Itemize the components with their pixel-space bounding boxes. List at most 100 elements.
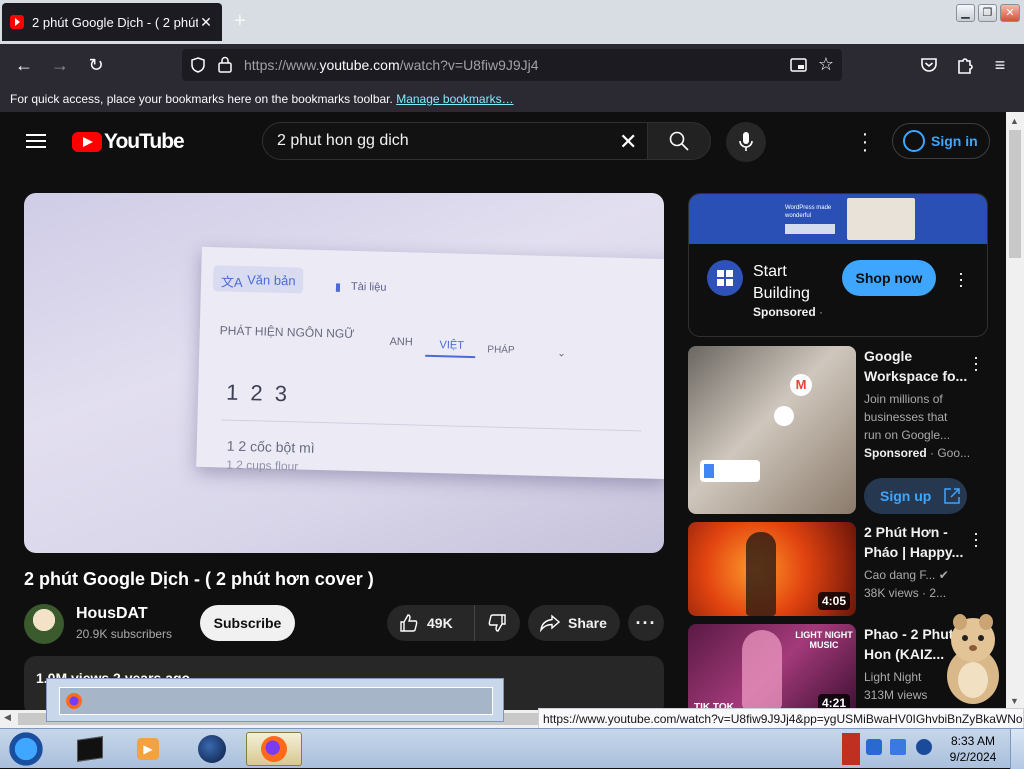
sidebar-item-channel: Cao dang F... ✔ [864,568,949,582]
ad-banner-image[interactable]: WordPress made wonderful [689,194,987,244]
show-desktop-button[interactable] [1010,729,1024,769]
tray-network-icon[interactable] [866,739,882,755]
manage-bookmarks-link[interactable]: Manage bookmarks… [396,92,513,106]
youtube-logo-text[interactable]: YouTube [104,130,185,154]
lock-icon[interactable] [218,56,232,73]
sign-up-label: Sign up [880,488,932,504]
share-button[interactable]: Share [528,605,620,641]
browser-nav-bar: ← → ↻ https://www.youtube.com/watch?v=U8… [0,44,1024,86]
clock-date: 9/2/2024 [949,750,997,764]
tray-volume-icon[interactable] [916,739,932,755]
dislike-button[interactable] [475,605,519,641]
thumb-text-vi: VIỆT [439,339,465,352]
search-box[interactable]: ✕ [262,122,648,160]
tray-flag-icon[interactable] [842,733,860,765]
restore-button[interactable]: ❐ [978,4,997,22]
taskbar-terminal[interactable] [62,732,118,766]
app-grid-icon [707,260,743,296]
tray-display-icon[interactable] [890,739,906,755]
minimize-button[interactable]: ▁ [956,4,975,22]
thumb-text-detect: PHÁT HIỆN NGÔN NGỮ [219,323,355,341]
hamster-desktop-pet[interactable] [940,606,1006,706]
thumbs-down-icon [488,614,506,632]
search-icon [669,131,689,151]
scroll-left-arrow-icon[interactable]: ◀ [4,712,11,723]
ad-more-icon[interactable]: · · · [955,264,967,294]
extensions-icon[interactable] [956,55,974,75]
taskbar-globe[interactable] [184,732,240,766]
taskbar-firefox[interactable] [246,732,302,766]
thumb-text-tab: Văn bản [246,272,296,289]
sign-in-label: Sign in [931,133,978,149]
sidebar-thumbnail-video[interactable]: LIGHT NIGHT MUSIC TIK TOK 4:21 [688,624,856,710]
youtube-page: YouTube ✕ ··· Sign in 文A Văn bản ▮ Tài l… [0,112,1006,710]
channel-avatar[interactable] [24,604,64,644]
firefox-icon [261,736,287,762]
url-bar[interactable]: https://www.youtube.com/watch?v=U8fiw9J9… [182,49,842,81]
hamburger-menu-icon[interactable]: ≡ [988,53,1012,77]
url-text[interactable]: https://www.youtube.com/watch?v=U8fiw9J9… [244,57,539,73]
search-button[interactable] [647,122,711,160]
clear-search-icon[interactable]: ✕ [619,129,637,155]
sidebar-item-channel: Light Night [864,670,922,684]
youtube-logo-icon[interactable] [72,132,102,152]
sidebar-item-more-icon[interactable]: · · · [970,524,982,554]
thumbnail-caption: LIGHT NIGHT MUSIC [795,630,853,650]
more-actions-button[interactable]: ··· [628,605,664,641]
shop-now-button[interactable]: Shop now [842,260,936,296]
sidebar-item-views: 313M views [864,688,928,702]
media-play-icon: ▶ [137,738,159,760]
ad-title: Start Building [753,263,810,302]
scroll-down-arrow-icon[interactable]: ▼ [1010,696,1019,706]
sidebar-thumbnail-workspace[interactable]: M [688,346,856,514]
account-circle-icon [903,130,925,152]
sidebar-item-more-icon[interactable]: · · · [970,348,982,378]
like-button[interactable]: 49K [387,605,475,641]
settings-more-icon[interactable]: · · · [855,124,875,160]
search-input[interactable] [277,131,607,151]
scroll-up-arrow-icon[interactable]: ▲ [1010,116,1019,126]
video-title: 2 phút Google Dịch - ( 2 phút hơn cover … [24,569,374,589]
picture-in-picture-icon[interactable] [790,57,807,73]
sidebar-item-title[interactable]: Google Workspace fo... [864,346,968,386]
browser-tab-active[interactable]: 2 phút Google Dịch - ( 2 phút h ✕ [2,3,222,41]
shield-icon[interactable] [190,57,206,73]
tab-close-icon[interactable]: ✕ [198,14,214,31]
pocket-icon[interactable] [920,56,938,74]
clock-time: 8:33 AM [950,734,996,748]
vertical-scrollbar[interactable]: ▲ ▼ [1006,112,1024,710]
thumb-text-output-en: 1 2 cups flour [226,457,299,474]
sidebar-item-views: 38K views · 2... [864,586,947,600]
firefox-icon [66,693,82,709]
verified-check-icon: ✔ [938,568,949,582]
sidebar-thumbnail-video[interactable]: 4:05 [688,522,856,616]
sidebar-item-desc: Join millions of businesses that run on … [864,392,951,442]
new-tab-icon[interactable]: + [234,10,246,33]
bookmark-star-icon[interactable]: ☆ [814,52,838,76]
sidebar-item-title[interactable]: 2 Phút Hơn - Pháo | Happy... [864,522,968,562]
subscribe-button[interactable]: Subscribe [200,605,295,641]
forward-arrow-icon[interactable]: → [48,53,72,77]
voice-search-button[interactable] [726,122,766,162]
sign-in-button[interactable]: Sign in [892,123,990,159]
close-window-button[interactable]: ✕ [1000,4,1020,22]
taskbar-clock[interactable]: 8:33 AM 9/2/2024 [944,733,1002,765]
start-button[interactable] [6,730,46,768]
reload-icon[interactable]: ↻ [84,53,108,77]
translate-icon: 文A [220,274,243,290]
sign-up-button[interactable]: Sign up [864,478,967,514]
sidebar-ad-card[interactable]: WordPress made wonderful Start Building … [688,193,988,337]
thumb-text-output: 1 2 cốc bột mì [226,437,315,456]
thumb-text-input: 1 2 3 [225,379,291,407]
back-arrow-icon[interactable]: ← [12,53,36,77]
taskbar-thumbnail-popup[interactable] [46,678,504,722]
ad-sponsored-label: Sponsored · [753,305,824,319]
channel-name[interactable]: HousDAT [76,605,148,623]
guide-menu-icon[interactable] [26,134,46,148]
windows-taskbar: ▶ 8:33 AM 9/2/2024 [0,728,1024,769]
browser-tab-bar: 2 phút Google Dịch - ( 2 phút h ✕ + ▁ ❐ … [0,0,1024,44]
video-player[interactable]: 文A Văn bản ▮ Tài liệu PHÁT HIỆN NGÔN NGỮ… [24,193,664,553]
taskbar-media-player[interactable]: ▶ [120,732,176,766]
chevron-down-icon: ⌄ [557,348,566,360]
scrollbar-thumb[interactable] [1009,130,1021,258]
